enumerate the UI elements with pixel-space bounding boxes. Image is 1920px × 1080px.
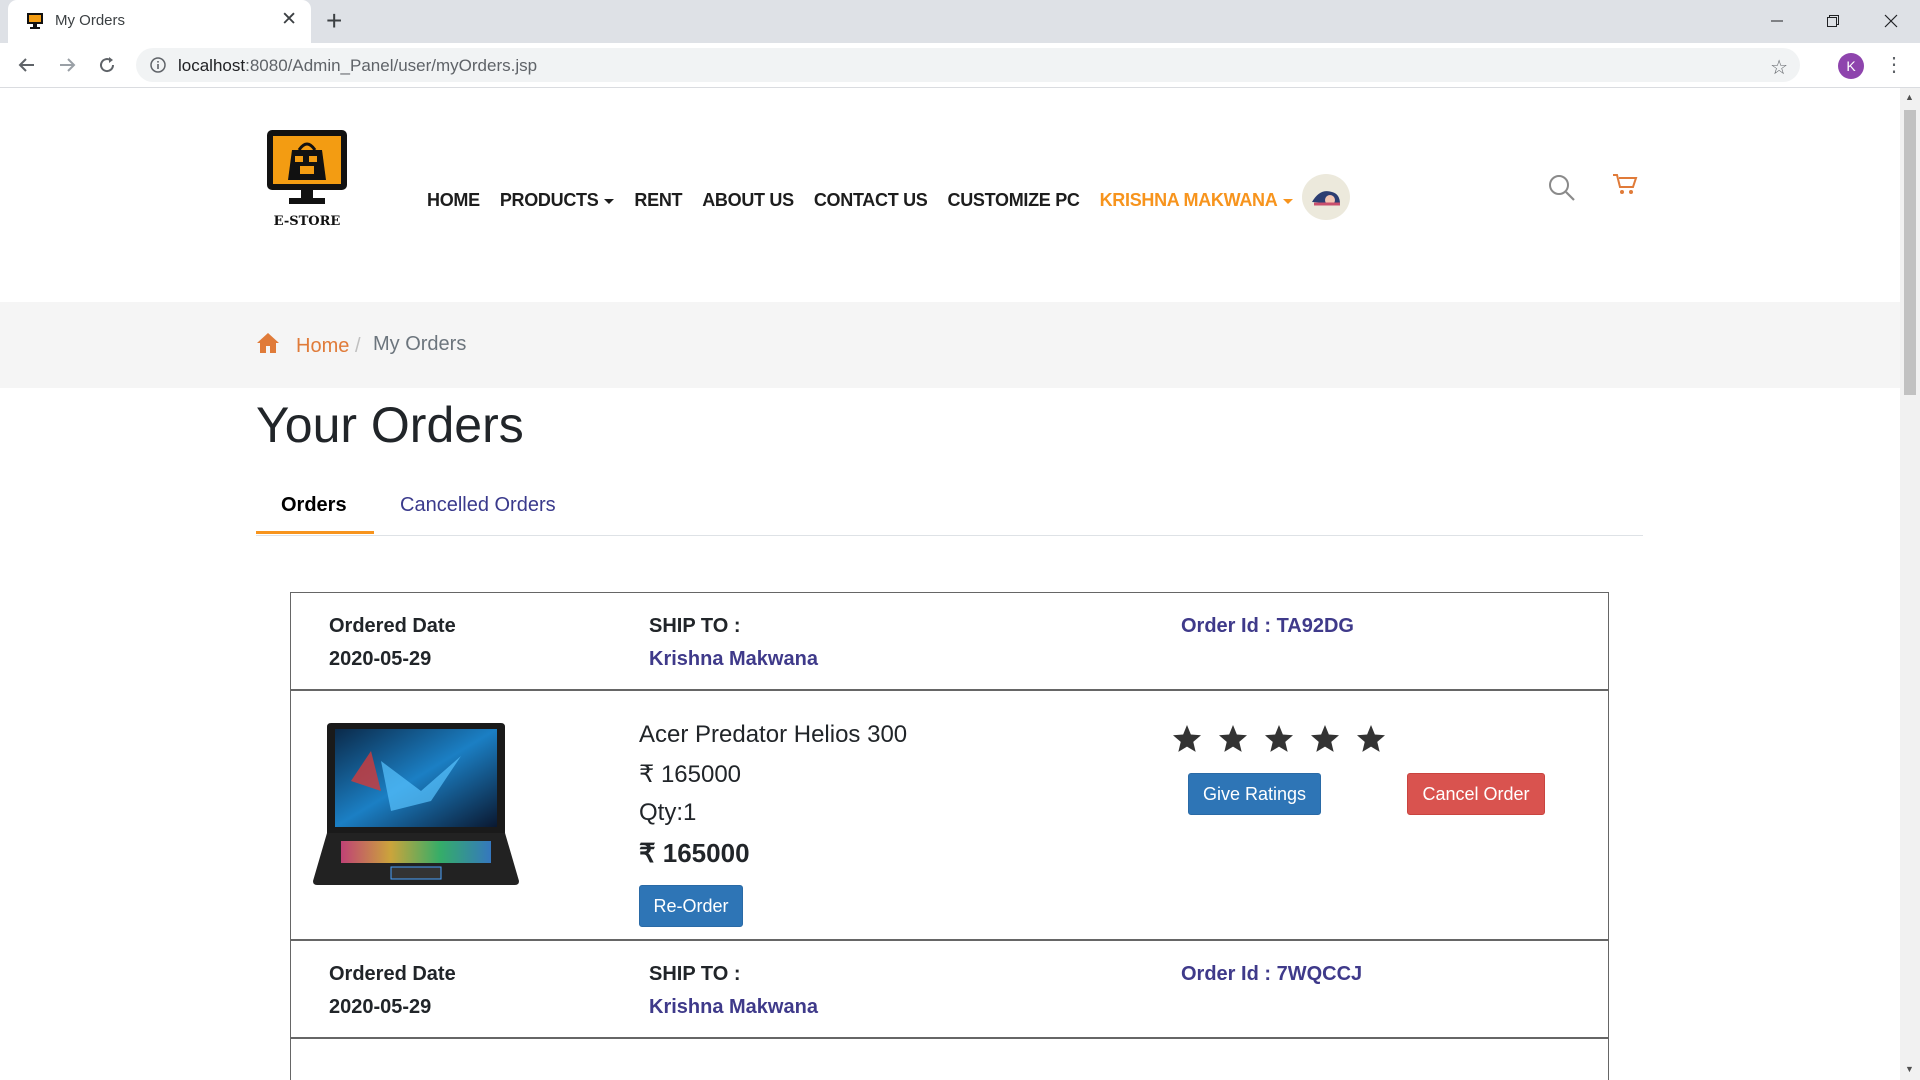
- product-price: ₹ 165000: [639, 761, 742, 788]
- minimize-icon[interactable]: [1754, 8, 1800, 34]
- breadcrumb-separator: /: [355, 335, 361, 357]
- nav-home[interactable]: HOME: [427, 190, 480, 211]
- order-id: Order Id : TA92DG: [1181, 615, 1354, 637]
- breadcrumb: Home / My Orders: [0, 302, 1900, 388]
- bookmark-star-icon[interactable]: ☆: [1770, 55, 1788, 80]
- ship-to-name: Krishna Makwana: [649, 996, 818, 1018]
- scroll-up-arrow-icon[interactable]: ▲: [1905, 92, 1914, 102]
- window-close-icon[interactable]: [1868, 8, 1914, 34]
- address-bar[interactable]: localhost:8080/Admin_Panel/user/myOrders…: [136, 48, 1800, 82]
- caret-down-icon: [604, 198, 615, 204]
- order-id: Order Id : 7WQCCJ: [1181, 963, 1363, 985]
- home-icon[interactable]: [256, 332, 280, 354]
- monitor-bag-logo-icon: [267, 130, 347, 204]
- forward-arrow-icon[interactable]: [55, 53, 79, 77]
- browser-toolbar: localhost:8080/Admin_Panel/user/myOrders…: [0, 43, 1920, 88]
- ordered-date-value: 2020-05-29: [329, 648, 432, 670]
- logo-text: E-STORE: [273, 214, 341, 229]
- nav-about[interactable]: ABOUT US: [702, 190, 794, 211]
- product-name[interactable]: Acer Predator Helios 300: [639, 721, 907, 749]
- scrollbar-thumb[interactable]: [1904, 110, 1916, 395]
- order-header: Ordered Date 2020-05-29 SHIP TO : Krishn…: [290, 592, 1609, 690]
- main-nav: HOME PRODUCTS RENT ABOUT US CONTACT US C…: [427, 190, 1313, 211]
- tab-cancelled-orders[interactable]: Cancelled Orders: [400, 494, 556, 517]
- reorder-button[interactable]: Re-Order: [639, 885, 743, 927]
- new-tab-icon[interactable]: +: [326, 6, 342, 36]
- search-icon[interactable]: [1548, 174, 1576, 202]
- ordered-date-label: Ordered Date: [329, 963, 456, 985]
- page-viewport: E-STORE HOME PRODUCTS RENT ABOUT US CONT…: [0, 88, 1900, 1080]
- reload-icon[interactable]: [95, 53, 119, 77]
- page-scrollbar[interactable]: ▲ ▼: [1900, 88, 1920, 1080]
- caret-down-icon: [1283, 198, 1294, 204]
- active-tab-indicator: [256, 531, 374, 534]
- nav-products[interactable]: PRODUCTS: [500, 190, 615, 211]
- scroll-down-arrow-icon[interactable]: ▼: [1905, 1064, 1914, 1074]
- rating-stars[interactable]: [1171, 721, 1401, 757]
- nav-customize[interactable]: CUSTOMIZE PC: [948, 190, 1080, 211]
- order-item: Acer Predator Helios 300 ₹ 165000 Qty:1 …: [290, 690, 1609, 940]
- url-path: :8080/Admin_Panel/user/myOrders.jsp: [245, 56, 538, 75]
- star-icon[interactable]: [1217, 721, 1263, 757]
- menu-kebab-icon[interactable]: ⋮: [1884, 52, 1904, 77]
- ship-to-name: Krishna Makwana: [649, 648, 818, 670]
- star-icon[interactable]: [1263, 721, 1309, 757]
- tab-title: My Orders: [55, 12, 126, 29]
- nav-contact[interactable]: CONTACT US: [814, 190, 928, 211]
- url-host: localhost: [178, 56, 246, 75]
- ordered-date-label: Ordered Date: [329, 615, 456, 637]
- cancel-order-button[interactable]: Cancel Order: [1407, 773, 1545, 815]
- order-item: [290, 1038, 1609, 1080]
- nav-products-label: PRODUCTS: [499, 190, 599, 210]
- ship-to-label: SHIP TO :: [649, 615, 741, 637]
- star-icon[interactable]: [1309, 721, 1355, 757]
- back-arrow-icon[interactable]: [15, 53, 39, 77]
- star-icon[interactable]: [1171, 721, 1217, 757]
- orders-tabs: Orders Cancelled Orders: [256, 488, 1643, 536]
- cart-icon[interactable]: [1612, 172, 1638, 196]
- nav-user-label: KRISHNA MAKWANA: [1099, 190, 1278, 210]
- info-icon[interactable]: [150, 57, 166, 73]
- browser-tabstrip: My Orders ✕ +: [0, 0, 1920, 43]
- nav-rent[interactable]: RENT: [634, 190, 682, 211]
- ordered-date-value: 2020-05-29: [329, 996, 432, 1018]
- breadcrumb-home-link[interactable]: Home: [296, 335, 349, 358]
- avatar-image-icon: [1312, 191, 1340, 206]
- star-icon[interactable]: [1355, 721, 1401, 757]
- profile-avatar[interactable]: K: [1838, 53, 1864, 79]
- monitor-favicon-icon: [27, 13, 43, 29]
- tab-orders[interactable]: Orders: [281, 494, 347, 517]
- product-qty: Qty:1: [639, 799, 697, 826]
- product-total: ₹ 165000: [639, 838, 750, 868]
- laptop-product-image[interactable]: [311, 721, 521, 887]
- user-avatar[interactable]: [1302, 174, 1350, 220]
- url-text: localhost:8080/Admin_Panel/user/myOrders…: [178, 56, 537, 76]
- ship-to-label: SHIP TO :: [649, 963, 741, 985]
- breadcrumb-current: My Orders: [373, 333, 467, 355]
- browser-tab[interactable]: My Orders ✕: [8, 0, 311, 43]
- order-header: Ordered Date 2020-05-29 SHIP TO : Krishn…: [290, 940, 1609, 1038]
- estore-logo[interactable]: E-STORE: [264, 128, 350, 229]
- nav-user-menu[interactable]: KRISHNA MAKWANA: [1100, 190, 1294, 211]
- close-icon[interactable]: ✕: [281, 9, 297, 31]
- restore-icon[interactable]: [1810, 8, 1856, 34]
- give-ratings-button[interactable]: Give Ratings: [1188, 773, 1321, 815]
- page-title: Your Orders: [256, 397, 524, 453]
